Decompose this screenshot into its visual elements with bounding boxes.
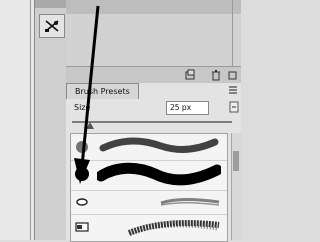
panel-icon-row [66,66,241,84]
brush-thumb [73,140,91,154]
size-slider-track[interactable] [72,121,232,123]
brush-thumb [73,220,91,234]
textured-brush-icon [75,222,89,232]
size-input[interactable]: 25 px [166,101,209,115]
size-slider-thumb[interactable] [86,122,94,129]
tool-strip-header [35,0,67,8]
small-brush-icon [76,198,88,206]
textured-stroke-preview [127,220,220,236]
brush-settings-icon [45,20,59,32]
hard-round-brush-icon [75,167,89,181]
brush-presets-panel: Brush Presets Size 25 px [66,83,241,242]
left-area [0,0,34,240]
new-preset-icon[interactable] [184,69,196,81]
brush-row-hard[interactable] [71,160,227,191]
panel-menu-icon[interactable] [228,85,238,95]
soft-round-brush-icon [76,141,88,153]
brush-presets-tab[interactable]: Brush Presets [66,83,139,99]
brush-list-scrollbar[interactable] [231,133,241,240]
brush-row-small[interactable] [71,190,227,215]
scrollbar-thumb[interactable] [233,151,239,171]
size-label: Size [74,103,91,112]
brush-thumb [73,195,91,209]
brush-row-soft[interactable] [71,134,227,161]
collapse-icon[interactable] [226,69,238,81]
new-brush-icon[interactable] [229,101,239,113]
tool-strip [34,0,68,240]
brush-settings-button[interactable] [39,14,65,38]
soft-stroke-preview [99,137,219,153]
brush-thumb [73,167,91,181]
brush-list [70,133,228,242]
brush-row-textured[interactable] [71,214,227,241]
panel-top-bar [66,0,241,15]
small-stroke-preview [160,198,220,206]
upper-panel-area [66,14,241,66]
hard-stroke-preview [97,162,221,186]
trash-icon[interactable] [210,69,222,81]
left-divider [30,0,31,240]
